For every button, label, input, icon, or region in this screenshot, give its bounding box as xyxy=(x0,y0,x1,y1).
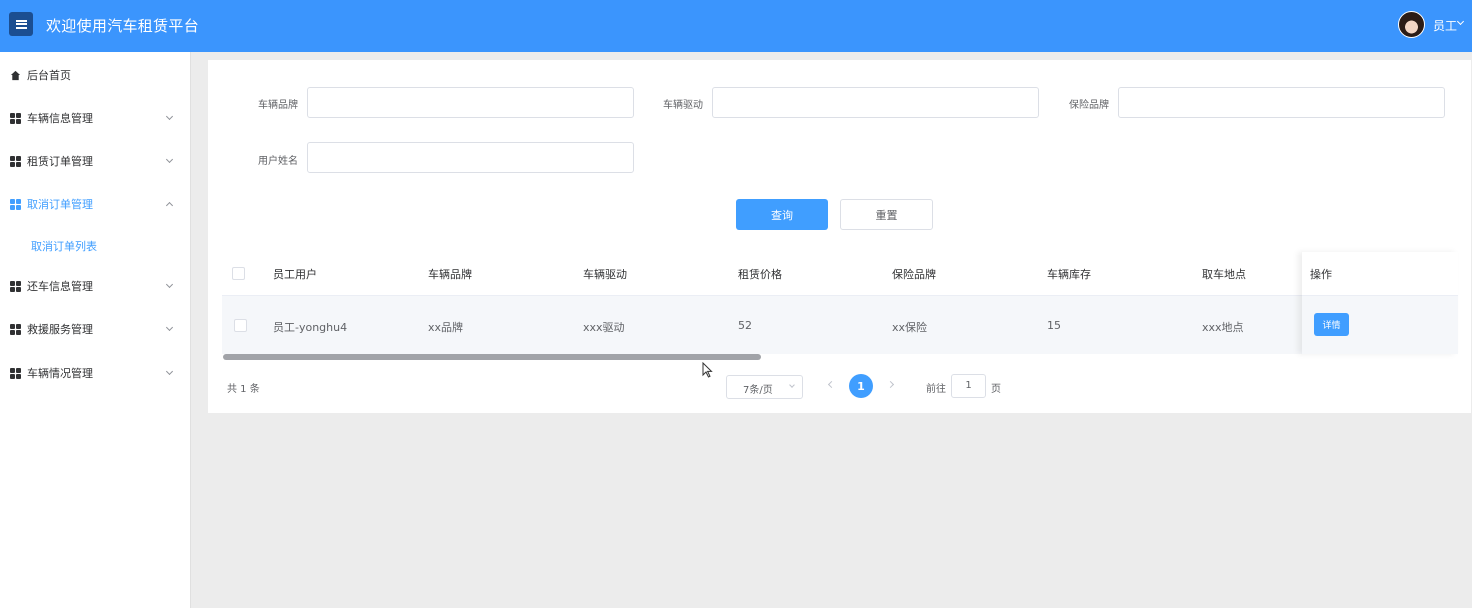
hamburger-icon xyxy=(15,19,27,29)
mouse-cursor-icon xyxy=(702,362,713,378)
chevron-down-icon xyxy=(165,323,174,332)
reset-button[interactable]: 重置 xyxy=(840,199,933,230)
goto-page-input[interactable]: 1 xyxy=(951,374,986,398)
sidebar-item-label: 还车信息管理 xyxy=(27,280,93,293)
table-cell: 15 xyxy=(1047,319,1061,332)
sidebar-item-label: 车辆信息管理 xyxy=(27,112,93,125)
chevron-down-icon xyxy=(165,280,174,289)
page-size-value: 7条/页 xyxy=(743,385,773,396)
column-header: 租赁价格 xyxy=(738,268,782,281)
table-cell: xx品牌 xyxy=(428,321,464,334)
column-header: 车辆库存 xyxy=(1047,268,1091,281)
table-row xyxy=(222,296,1458,354)
sidebar-item-label: 后台首页 xyxy=(27,69,71,82)
user-menu-label[interactable]: 员工 xyxy=(1433,17,1457,34)
chevron-down-icon[interactable] xyxy=(1456,17,1465,26)
sidebar-item-vehicle-status[interactable]: 车辆情况管理 xyxy=(0,358,191,388)
column-header: 车辆品牌 xyxy=(428,268,472,281)
drive-label: 车辆驱动 xyxy=(663,100,703,111)
brand-label: 车辆品牌 xyxy=(258,100,298,111)
sidebar-item-home[interactable]: 后台首页 xyxy=(0,60,191,90)
sidebar-item-vehicle-info[interactable]: 车辆信息管理 xyxy=(0,103,191,133)
sidebar-item-label: 救援服务管理 xyxy=(27,323,93,336)
page-size-select[interactable]: 7条/页 xyxy=(726,375,803,399)
home-icon xyxy=(10,70,21,80)
sidebar: 后台首页 车辆信息管理 租赁订单管理 取消订单管理 取消订单列表 还车信息管理 … xyxy=(0,52,191,608)
sidebar-item-cancel-orders[interactable]: 取消订单管理 xyxy=(0,189,191,219)
column-header: 保险品牌 xyxy=(892,268,936,281)
column-header: 车辆驱动 xyxy=(583,268,627,281)
app-title: 欢迎使用汽车租赁平台 xyxy=(46,17,200,35)
chevron-down-icon xyxy=(789,382,795,388)
detail-button[interactable]: 详情 xyxy=(1314,313,1349,336)
grid-icon xyxy=(10,198,21,210)
chevron-up-icon xyxy=(165,201,174,210)
horizontal-scrollbar[interactable] xyxy=(223,354,761,360)
insurance-input[interactable] xyxy=(1118,87,1445,118)
query-button[interactable]: 查询 xyxy=(736,199,828,230)
sidebar-item-rental-orders[interactable]: 租赁订单管理 xyxy=(0,146,191,176)
sidebar-subitem-cancel-order-list[interactable]: 取消订单列表 xyxy=(31,238,97,254)
table-cell: xxx地点 xyxy=(1202,321,1244,334)
insurance-label: 保险品牌 xyxy=(1069,100,1109,111)
goto-label: 前往 xyxy=(926,384,946,395)
table-cell: 员工-yonghu4 xyxy=(273,321,348,334)
row-checkbox[interactable] xyxy=(234,319,247,332)
column-header: 员工用户 xyxy=(273,268,317,281)
grid-icon xyxy=(10,323,21,335)
sidebar-item-rescue-service[interactable]: 救援服务管理 xyxy=(0,314,191,344)
avatar[interactable] xyxy=(1398,11,1425,38)
grid-icon xyxy=(10,112,21,124)
goto-unit-label: 页 xyxy=(991,384,1001,395)
chevron-down-icon xyxy=(165,367,174,376)
grid-icon xyxy=(10,280,21,292)
brand-input[interactable] xyxy=(307,87,634,118)
chevron-down-icon xyxy=(165,112,174,121)
table-cell: xxx驱动 xyxy=(583,321,625,334)
username-input[interactable] xyxy=(307,142,634,173)
grid-icon xyxy=(10,155,21,167)
column-header: 取车地点 xyxy=(1202,268,1246,281)
top-header: 欢迎使用汽车租赁平台 员工 xyxy=(0,0,1472,52)
grid-icon xyxy=(10,367,21,379)
table-cell: 52 xyxy=(738,319,752,332)
column-header: 操作 xyxy=(1310,268,1332,281)
username-label: 用户姓名 xyxy=(258,156,298,167)
table-cell: xx保险 xyxy=(892,321,928,334)
sidebar-item-label: 取消订单管理 xyxy=(27,198,93,211)
sidebar-item-label: 车辆情况管理 xyxy=(27,367,93,380)
chevron-down-icon xyxy=(165,155,174,164)
table-header-divider xyxy=(222,295,1458,296)
menu-toggle-button[interactable] xyxy=(9,12,33,36)
sidebar-item-label: 租赁订单管理 xyxy=(27,155,93,168)
select-all-checkbox[interactable] xyxy=(232,267,245,280)
pagination-total: 共 1 条 xyxy=(227,384,260,395)
sidebar-item-return-info[interactable]: 还车信息管理 xyxy=(0,271,191,301)
current-page-button[interactable]: 1 xyxy=(849,374,873,398)
drive-input[interactable] xyxy=(712,87,1039,118)
